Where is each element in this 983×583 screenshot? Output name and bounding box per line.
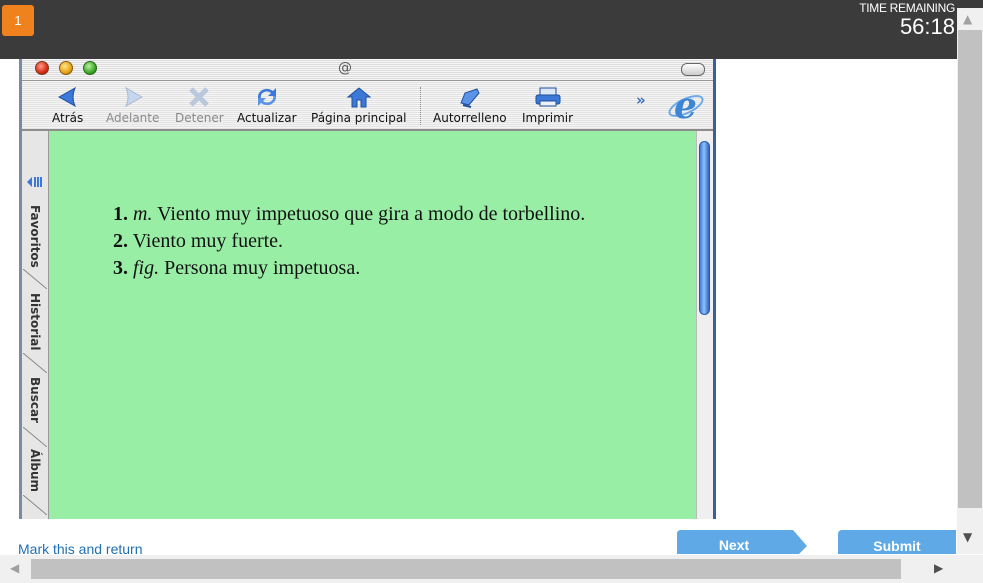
tab-divider <box>23 495 47 515</box>
minimize-window-button[interactable] <box>59 61 73 75</box>
back-button[interactable]: Atrás <box>52 85 83 125</box>
stop-label: Detener <box>175 111 224 125</box>
toolbar-separator <box>420 87 421 125</box>
home-icon <box>346 87 372 108</box>
toolbar-overflow-button[interactable]: » <box>636 91 646 109</box>
home-button[interactable]: Página principal <box>311 85 407 125</box>
forward-arrow-icon <box>124 86 143 108</box>
sidebar-tab-album[interactable]: Álbum <box>24 449 46 497</box>
page-horizontal-scroll-thumb[interactable] <box>31 559 901 579</box>
time-remaining-value: 56:18 <box>899 14 955 39</box>
definition-text: Persona muy impetuosa. <box>159 257 361 279</box>
stop-icon <box>189 87 210 107</box>
definition-text: Viento muy fuerte. <box>128 230 284 252</box>
sidebar-tab-historial[interactable]: Historial <box>24 293 46 355</box>
browser-window: @ Atrás Adelante Detener Actualizar Pági… <box>19 59 716 519</box>
forward-label: Adelante <box>106 111 160 125</box>
tab-divider <box>23 269 47 289</box>
definition-item: 1. m. Viento muy impetuoso que gira a mo… <box>113 201 585 228</box>
refresh-label: Actualizar <box>237 111 297 125</box>
page-content: 1. m. Viento muy impetuoso que gira a mo… <box>49 131 697 519</box>
tab-divider <box>23 427 47 447</box>
top-bar: 1 TIME REMAINING 56:18 <box>0 0 983 59</box>
definition-text: Viento muy impetuoso que gira a modo de … <box>152 203 586 225</box>
zoom-window-button[interactable] <box>83 61 97 75</box>
address-at-icon: @ <box>338 60 352 76</box>
scroll-down-arrow-icon[interactable]: ▼ <box>963 530 972 544</box>
tab-divider <box>23 353 47 373</box>
definition-item: 3. fig. Persona muy impetuosa. <box>113 255 585 282</box>
refresh-button[interactable]: Actualizar <box>237 85 297 125</box>
browser-vertical-scrollbar[interactable] <box>696 131 713 519</box>
time-remaining-label: TIME REMAINING <box>859 1 955 13</box>
forward-button[interactable]: Adelante <box>106 85 159 125</box>
submit-button[interactable]: Submit <box>838 530 956 554</box>
home-label: Página principal <box>311 111 407 125</box>
sidebar-collapse-icon[interactable] <box>26 175 44 189</box>
next-button[interactable]: Next <box>677 530 807 554</box>
autofill-label: Autorrelleno <box>433 111 507 125</box>
definition-number: 1. <box>113 203 128 225</box>
definition-abbreviation: m. <box>133 203 153 225</box>
print-icon <box>535 87 561 107</box>
definition-item: 2. Viento muy fuerte. <box>113 228 585 255</box>
browser-scroll-thumb[interactable] <box>699 141 710 315</box>
next-label: Next <box>718 537 750 553</box>
toolbar-toggle-button[interactable] <box>681 63 705 76</box>
definition-number: 2. <box>113 230 128 252</box>
sidebar-tab-favoritos[interactable]: Favoritos <box>24 205 46 269</box>
explorer-sidebar: Favoritos Historial Buscar Álbum <box>22 131 49 519</box>
close-window-button[interactable] <box>35 61 49 75</box>
question-number-badge[interactable]: 1 <box>2 5 34 36</box>
window-title-bar: @ <box>22 59 713 81</box>
scroll-left-arrow-icon[interactable]: ◀ <box>10 561 19 575</box>
definition-number: 3. <box>113 257 128 279</box>
back-label: Atrás <box>52 111 84 125</box>
browser-toolbar: Atrás Adelante Detener Actualizar Página… <box>22 81 713 131</box>
scroll-up-arrow-icon[interactable]: ▲ <box>963 12 972 26</box>
definition-abbreviation: fig. <box>133 257 160 279</box>
sidebar-tab-buscar[interactable]: Buscar <box>24 377 46 429</box>
definition-list: 1. m. Viento muy impetuoso que gira a mo… <box>113 201 585 282</box>
internet-explorer-logo-icon: e <box>668 85 704 125</box>
page-vertical-scroll-thumb[interactable] <box>958 30 982 508</box>
stop-button[interactable]: Detener <box>175 85 224 125</box>
autofill-icon <box>460 88 480 108</box>
svg-text:e: e <box>674 85 697 125</box>
scrollbar-corner <box>957 555 983 583</box>
page-vertical-scrollbar[interactable]: ▲ ▼ <box>957 8 983 554</box>
page-horizontal-scrollbar[interactable]: ◀ ▶ <box>0 555 957 583</box>
autofill-button[interactable]: Autorrelleno <box>433 85 507 125</box>
back-arrow-icon <box>57 86 76 108</box>
refresh-icon <box>257 88 276 106</box>
print-label: Imprimir <box>522 111 574 125</box>
scroll-right-arrow-icon[interactable]: ▶ <box>934 561 943 575</box>
print-button[interactable]: Imprimir <box>522 85 573 125</box>
